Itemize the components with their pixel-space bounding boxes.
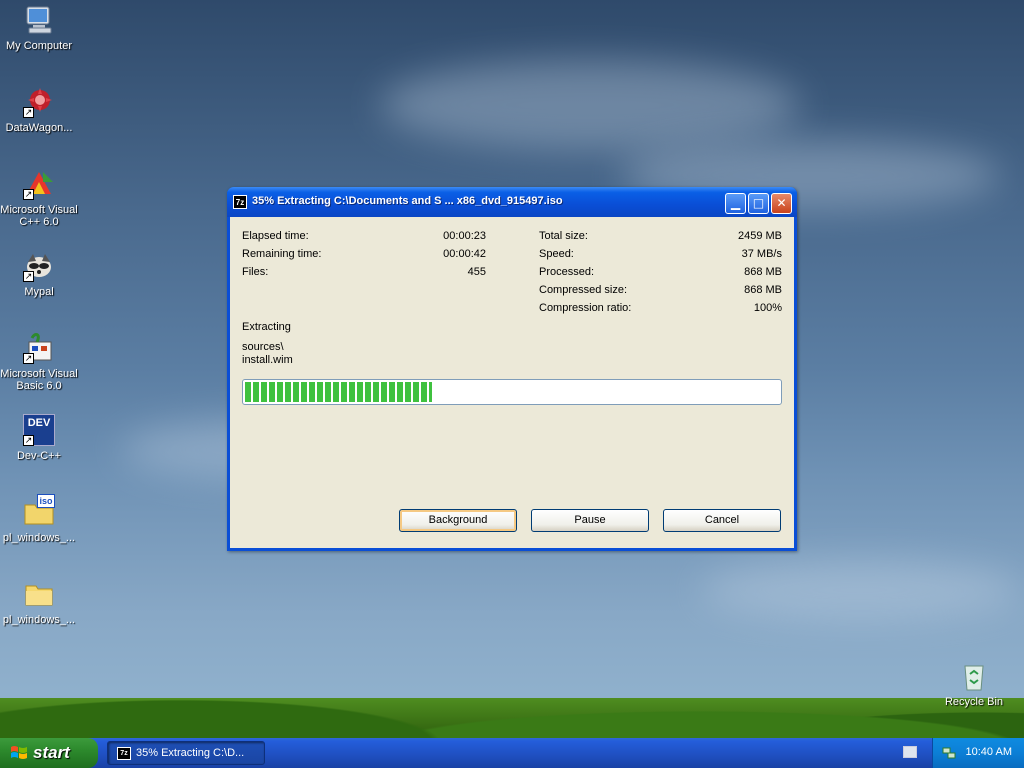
system-tray: 10:40 AM (932, 738, 1024, 768)
compressed-size-value: 868 MB (744, 284, 782, 296)
datawagon-icon: ↗ (23, 86, 55, 118)
close-icon: ✕ (776, 196, 787, 210)
maximize-button[interactable]: □ (748, 193, 769, 214)
desktop-icon-visual-cpp[interactable]: ↗ Microsoft Visual C++ 6.0 (0, 168, 79, 228)
start-label: start (33, 743, 70, 762)
remaining-time-label: Remaining time: (242, 248, 322, 260)
shortcut-arrow-icon: ↗ (23, 271, 34, 282)
dialog-body: Elapsed time: 00:00:23 Remaining time: 0… (230, 217, 794, 548)
raccoon-icon: ↗ (23, 250, 55, 282)
speed-label: Speed: (539, 248, 574, 260)
files-label: Files: (242, 266, 269, 278)
desktop-icon-recycle-bin[interactable]: Recycle Bin (934, 660, 1014, 708)
taskbar-item-label: 35% Extracting C:\D... (136, 747, 245, 759)
desktop-icon-label: pl_windows_... (2, 532, 76, 544)
compression-ratio-value: 100% (753, 302, 782, 314)
desktop-icon-label: Microsoft Visual C++ 6.0 (0, 204, 78, 228)
window-title: 35% Extracting C:\Documents and S ... x8… (252, 195, 563, 207)
desktop-icon-mypal[interactable]: ↗ Mypal (0, 250, 79, 298)
7zip-icon: 7z (233, 195, 247, 209)
clock[interactable]: 10:40 AM (966, 746, 1012, 758)
compression-ratio-label: Compression ratio: (539, 302, 632, 314)
desktop-icon-visual-basic[interactable]: ↗ Microsoft Visual Basic 6.0 (0, 332, 79, 392)
taskbar: start 7z 35% Extracting C:\D... 10:40 AM (0, 738, 1024, 768)
progress-bar (242, 379, 782, 405)
status-label: Extracting (242, 321, 291, 333)
remaining-time-value: 00:00:42 (443, 248, 486, 260)
minimize-icon: ▁ (730, 196, 741, 210)
elapsed-time-value: 00:00:23 (443, 230, 486, 242)
desktop-icon-label: My Computer (5, 40, 73, 52)
computer-icon (23, 4, 55, 36)
desktop-icon-label: Mypal (24, 286, 54, 298)
visual-cpp-icon: ↗ (23, 168, 55, 200)
current-file: install.wim (242, 354, 293, 366)
7zip-icon: 7z (117, 747, 131, 760)
minimize-button[interactable]: ▁ (725, 193, 746, 214)
elapsed-time-label: Elapsed time: (242, 230, 309, 242)
shortcut-arrow-icon: ↗ (23, 189, 34, 200)
files-value: 455 (467, 266, 486, 278)
dev-cpp-icon: DEV ↗ (23, 414, 55, 446)
iso-folder-icon: iso (23, 494, 55, 528)
desktop-icon-pl-windows-iso[interactable]: iso pl_windows_... (0, 494, 79, 544)
desktop-icon-label: Microsoft Visual Basic 6.0 (0, 368, 78, 392)
cancel-button[interactable]: Cancel (663, 509, 781, 532)
windows-logo-icon (11, 746, 27, 759)
shortcut-arrow-icon: ↗ (23, 353, 34, 364)
desktop-icon-label: pl_windows_... (2, 614, 76, 626)
folder-icon (23, 578, 55, 610)
desktop-icon-my-computer[interactable]: My Computer (0, 4, 79, 52)
extract-progress-window: 7z 35% Extracting C:\Documents and S ...… (227, 187, 797, 551)
background-button[interactable]: Background (399, 509, 517, 532)
visual-basic-icon: ↗ (23, 332, 55, 364)
total-size-label: Total size: (539, 230, 588, 242)
keyboard-icon[interactable] (903, 746, 917, 758)
desktop-icon-label: DataWagon... (5, 122, 73, 134)
network-icon[interactable] (942, 746, 956, 760)
progress-fill (245, 382, 432, 402)
shortcut-arrow-icon: ↗ (23, 107, 34, 118)
maximize-icon: □ (752, 196, 765, 210)
processed-label: Processed: (539, 266, 595, 278)
shortcut-arrow-icon: ↗ (23, 435, 34, 446)
desktop-icon-datawagon[interactable]: ↗ DataWagon... (0, 86, 79, 134)
taskbar-item-7zip[interactable]: 7z 35% Extracting C:\D... (107, 741, 265, 765)
window-titlebar[interactable]: 7z 35% Extracting C:\Documents and S ...… (227, 187, 797, 217)
desktop-icon-label: Dev-C++ (16, 450, 62, 462)
close-button[interactable]: ✕ (771, 193, 792, 214)
total-size-value: 2459 MB (737, 230, 782, 242)
desktop-icon-label: Recycle Bin (944, 696, 1004, 708)
current-path: sources\ (242, 341, 284, 353)
compressed-size-label: Compressed size: (539, 284, 628, 296)
recycle-bin-icon (958, 660, 990, 692)
iso-badge: iso (37, 494, 55, 508)
desktop-icon-dev-cpp[interactable]: DEV ↗ Dev-C++ (0, 414, 79, 462)
desktop-icon-pl-windows-folder[interactable]: pl_windows_... (0, 578, 79, 626)
speed-value: 37 MB/s (741, 248, 782, 260)
pause-button[interactable]: Pause (531, 509, 649, 532)
processed-value: 868 MB (744, 266, 782, 278)
start-button[interactable]: start (0, 738, 98, 768)
